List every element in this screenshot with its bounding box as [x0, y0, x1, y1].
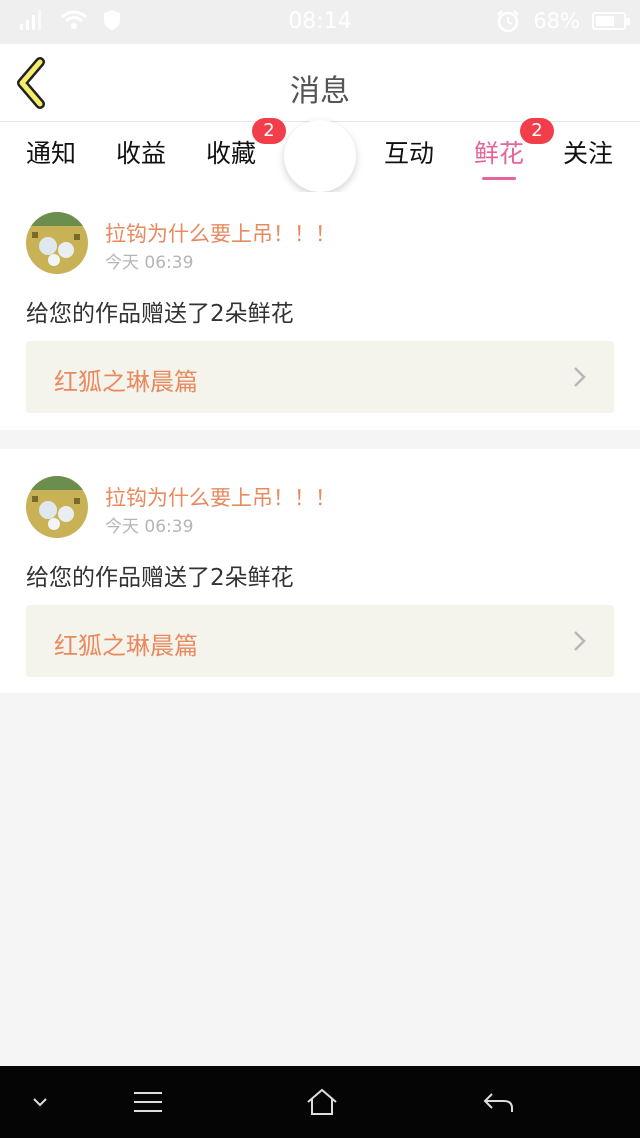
tab-favorites[interactable]: 收藏 2	[206, 118, 287, 170]
tab-follow[interactable]: 关注	[563, 134, 613, 170]
chevron-right-icon	[574, 367, 586, 387]
tab-label: 鲜花	[474, 139, 525, 168]
tab-label: 收藏	[206, 139, 257, 168]
floating-circle-button[interactable]	[284, 120, 356, 192]
tab-interaction[interactable]: 互动	[384, 134, 434, 170]
tab-notice[interactable]: 通知	[26, 134, 76, 170]
battery-fill	[596, 16, 614, 26]
tab-label: 收益	[116, 139, 167, 168]
home-icon	[307, 1088, 337, 1115]
battery-icon	[592, 12, 630, 30]
battery-percent: 68%	[533, 9, 580, 33]
status-bar: 08:14 68%	[0, 0, 640, 44]
sender-name[interactable]: 拉钩为什么要上吊！！！	[105, 218, 336, 248]
work-title: 红狐之琳晨篇	[54, 368, 198, 396]
work-link[interactable]: 红狐之琳晨篇	[26, 605, 614, 677]
chevron-down-icon	[33, 1098, 47, 1107]
nav-collapse-button[interactable]	[20, 1066, 60, 1138]
sender-name[interactable]: 拉钩为什么要上吊！！！	[105, 482, 336, 512]
status-right: 68%	[495, 9, 630, 33]
tab-flowers[interactable]: 鲜花 2	[474, 118, 555, 180]
work-link[interactable]: 红狐之琳晨篇	[26, 341, 614, 413]
notification-card: 拉钩为什么要上吊！！！ 今天 06:39 给您的作品赠送了2朵鲜花 红狐之琳晨篇	[0, 449, 640, 693]
message-text: 给您的作品赠送了2朵鲜花	[26, 565, 294, 591]
message-time: 今天 06:39	[105, 517, 194, 537]
nav-menu-button[interactable]	[120, 1066, 176, 1138]
system-nav-bar	[0, 1066, 640, 1138]
chevron-right-icon	[574, 631, 586, 651]
page-title: 消息	[290, 74, 350, 109]
avatar[interactable]	[26, 212, 88, 274]
tab-badge: 2	[520, 118, 555, 144]
tab-earnings[interactable]: 收益	[116, 134, 166, 170]
back-icon	[483, 1093, 513, 1112]
nav-back-button[interactable]	[470, 1066, 526, 1138]
notification-card: 拉钩为什么要上吊！！！ 今天 06:39 给您的作品赠送了2朵鲜花 红狐之琳晨篇	[0, 192, 640, 430]
tab-badge: 2	[252, 118, 287, 144]
alarm-icon	[497, 10, 520, 33]
work-title: 红狐之琳晨篇	[54, 632, 198, 660]
tab-label: 通知	[26, 139, 77, 168]
avatar-image	[26, 476, 88, 538]
message-text: 给您的作品赠送了2朵鲜花	[26, 301, 294, 327]
tab-label: 关注	[563, 139, 614, 168]
message-time: 今天 06:39	[105, 253, 194, 273]
nav-home-button[interactable]	[294, 1066, 350, 1138]
avatar[interactable]	[26, 476, 88, 538]
avatar-image	[26, 212, 88, 274]
header: 消息	[0, 44, 640, 122]
menu-icon	[134, 1092, 162, 1112]
tab-label: 互动	[384, 139, 435, 168]
